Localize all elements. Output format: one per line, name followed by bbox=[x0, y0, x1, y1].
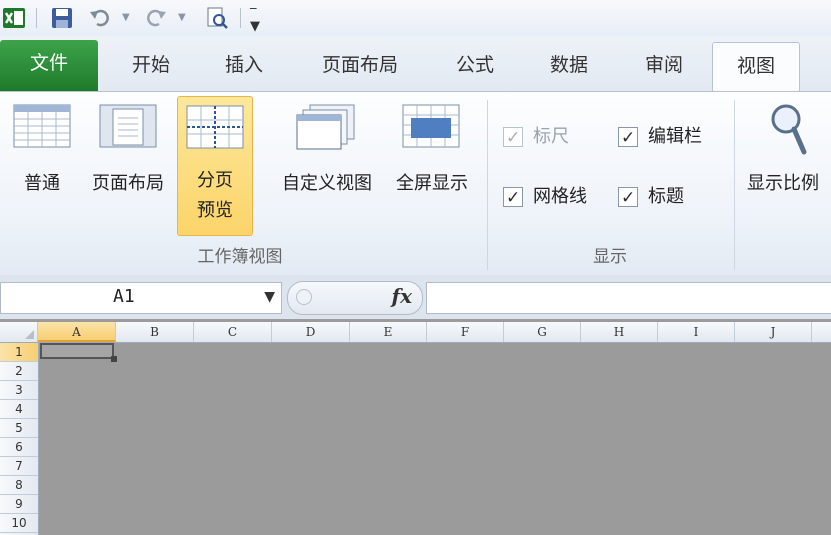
column-header-d[interactable]: D bbox=[272, 322, 350, 342]
zoom-label: 显示比例 bbox=[747, 173, 819, 194]
formula-bar-handle-icon[interactable] bbox=[296, 289, 312, 305]
row-header-7[interactable]: 7 bbox=[0, 457, 38, 476]
normal-view-label: 普通 bbox=[24, 173, 60, 194]
column-header-a[interactable]: A bbox=[38, 322, 116, 342]
column-headers: A B C D E F G H I J bbox=[0, 322, 831, 343]
gridlines-checkbox-box[interactable]: ✓ bbox=[503, 187, 523, 208]
tab-insert[interactable]: 插入 bbox=[205, 42, 283, 91]
undo-dropdown-icon[interactable]: ▼ bbox=[122, 12, 130, 23]
excel-icon bbox=[3, 8, 25, 28]
page-break-preview-label-line2: 预览 bbox=[197, 200, 233, 221]
column-header-h[interactable]: H bbox=[581, 322, 658, 342]
name-box[interactable]: A1 ▼ bbox=[0, 282, 282, 314]
headings-checkbox[interactable]: ✓ 标题 bbox=[618, 184, 718, 210]
row-header-3[interactable]: 3 bbox=[0, 381, 38, 400]
custom-views-button[interactable]: 自定义视图 bbox=[270, 98, 384, 238]
name-box-dropdown-icon[interactable]: ▼ bbox=[264, 289, 275, 305]
page-break-preview-button[interactable]: 分页 预览 bbox=[177, 96, 253, 236]
formula-bar-checkbox-box[interactable]: ✓ bbox=[618, 127, 638, 148]
column-header-g[interactable]: G bbox=[504, 322, 581, 342]
gridlines-label: 网格线 bbox=[533, 186, 587, 207]
select-all-corner[interactable] bbox=[0, 322, 38, 342]
full-screen-button[interactable]: 全屏显示 bbox=[386, 98, 478, 238]
redo-dropdown-icon[interactable]: ▼ bbox=[178, 12, 186, 23]
tab-view[interactable]: 视图 bbox=[712, 42, 800, 92]
headings-checkbox-box[interactable]: ✓ bbox=[618, 187, 638, 208]
group-separator bbox=[734, 100, 735, 270]
tab-file[interactable]: 文件 bbox=[0, 40, 98, 91]
normal-view-icon bbox=[13, 104, 71, 148]
ruler-label: 标尺 bbox=[533, 126, 569, 147]
row-header-5[interactable]: 5 bbox=[0, 419, 38, 438]
formula-bar-label: 编辑栏 bbox=[648, 126, 702, 147]
column-header-c[interactable]: C bbox=[194, 322, 272, 342]
column-header-i[interactable]: I bbox=[658, 322, 735, 342]
customize-dropdown-icon[interactable]: ‾ ▼ bbox=[250, 8, 260, 33]
column-header-j[interactable]: J bbox=[735, 322, 812, 342]
undo-icon[interactable] bbox=[88, 6, 112, 30]
name-box-value: A1 bbox=[113, 286, 135, 307]
tab-home[interactable]: 开始 bbox=[112, 42, 190, 91]
normal-view-button[interactable]: 普通 bbox=[8, 98, 76, 238]
redo-icon[interactable] bbox=[144, 6, 168, 30]
page-break-preview-label-line1: 分页 bbox=[197, 170, 233, 191]
group-separator bbox=[487, 100, 488, 270]
ruler-checkbox-box: ✓ bbox=[503, 127, 523, 148]
row-header-8[interactable]: 8 bbox=[0, 476, 38, 495]
ruler-checkbox: ✓ 标尺 bbox=[503, 124, 603, 150]
qat-separator bbox=[240, 8, 241, 28]
tab-review[interactable]: 审阅 bbox=[625, 42, 703, 91]
page-layout-view-button[interactable]: 页面布局 bbox=[82, 98, 174, 238]
magnifier-icon bbox=[771, 104, 807, 155]
quick-access-toolbar: ▼ ▼ ‾ ▼ bbox=[0, 0, 831, 36]
tab-page-layout[interactable]: 页面布局 bbox=[300, 42, 420, 91]
qat-separator bbox=[36, 8, 37, 28]
row-header-10[interactable]: 10 bbox=[0, 514, 38, 533]
page-layout-view-label: 页面布局 bbox=[92, 173, 164, 194]
gridlines-checkbox[interactable]: ✓ 网格线 bbox=[503, 184, 613, 210]
formula-bar-checkbox[interactable]: ✓ 编辑栏 bbox=[618, 124, 728, 150]
row-header-2[interactable]: 2 bbox=[0, 362, 38, 381]
worksheet[interactable]: A B C D E F G H I J 1 2 3 4 5 6 7 8 9 10 bbox=[0, 322, 831, 535]
formula-bar: A1 ▼ fx bbox=[0, 275, 831, 319]
row-header-6[interactable]: 6 bbox=[0, 438, 38, 457]
fill-handle[interactable] bbox=[111, 356, 117, 362]
active-cell-a1[interactable] bbox=[40, 343, 114, 359]
page-layout-view-icon bbox=[99, 104, 157, 148]
tab-data[interactable]: 数据 bbox=[530, 42, 608, 91]
page-break-preview-icon bbox=[186, 105, 244, 149]
column-header-b[interactable]: B bbox=[116, 322, 194, 342]
row-header-9[interactable]: 9 bbox=[0, 495, 38, 514]
show-group-label: 显示 bbox=[593, 247, 627, 267]
full-screen-icon bbox=[402, 104, 460, 148]
column-header-e[interactable]: E bbox=[350, 322, 427, 342]
workbook-views-group-label: 工作簿视图 bbox=[197, 247, 283, 267]
headings-label: 标题 bbox=[648, 186, 684, 207]
custom-views-label: 自定义视图 bbox=[282, 173, 372, 194]
row-header-4[interactable]: 4 bbox=[0, 400, 38, 419]
row-header-1[interactable]: 1 bbox=[0, 343, 38, 362]
insert-function-area: fx bbox=[287, 281, 423, 315]
row-headers: 1 2 3 4 5 6 7 8 9 10 bbox=[0, 343, 39, 535]
custom-views-icon bbox=[296, 104, 355, 150]
zoom-button[interactable]: 显示比例 bbox=[744, 98, 831, 238]
ribbon-view: 普通 页面布局 分页 预览 自定义视图 全屏显示 工作簿视图 ✓ 标尺 ✓ 编辑… bbox=[0, 91, 831, 276]
column-header-f[interactable]: F bbox=[427, 322, 504, 342]
save-icon[interactable] bbox=[50, 6, 74, 30]
insert-function-button[interactable]: fx bbox=[391, 284, 412, 308]
print-preview-icon[interactable] bbox=[205, 6, 229, 30]
formula-input[interactable] bbox=[426, 282, 831, 314]
full-screen-label: 全屏显示 bbox=[396, 173, 468, 194]
tab-formulas[interactable]: 公式 bbox=[436, 42, 514, 91]
ribbon-tabs: 文件 开始 插入 页面布局 公式 数据 审阅 视图 bbox=[0, 36, 831, 92]
